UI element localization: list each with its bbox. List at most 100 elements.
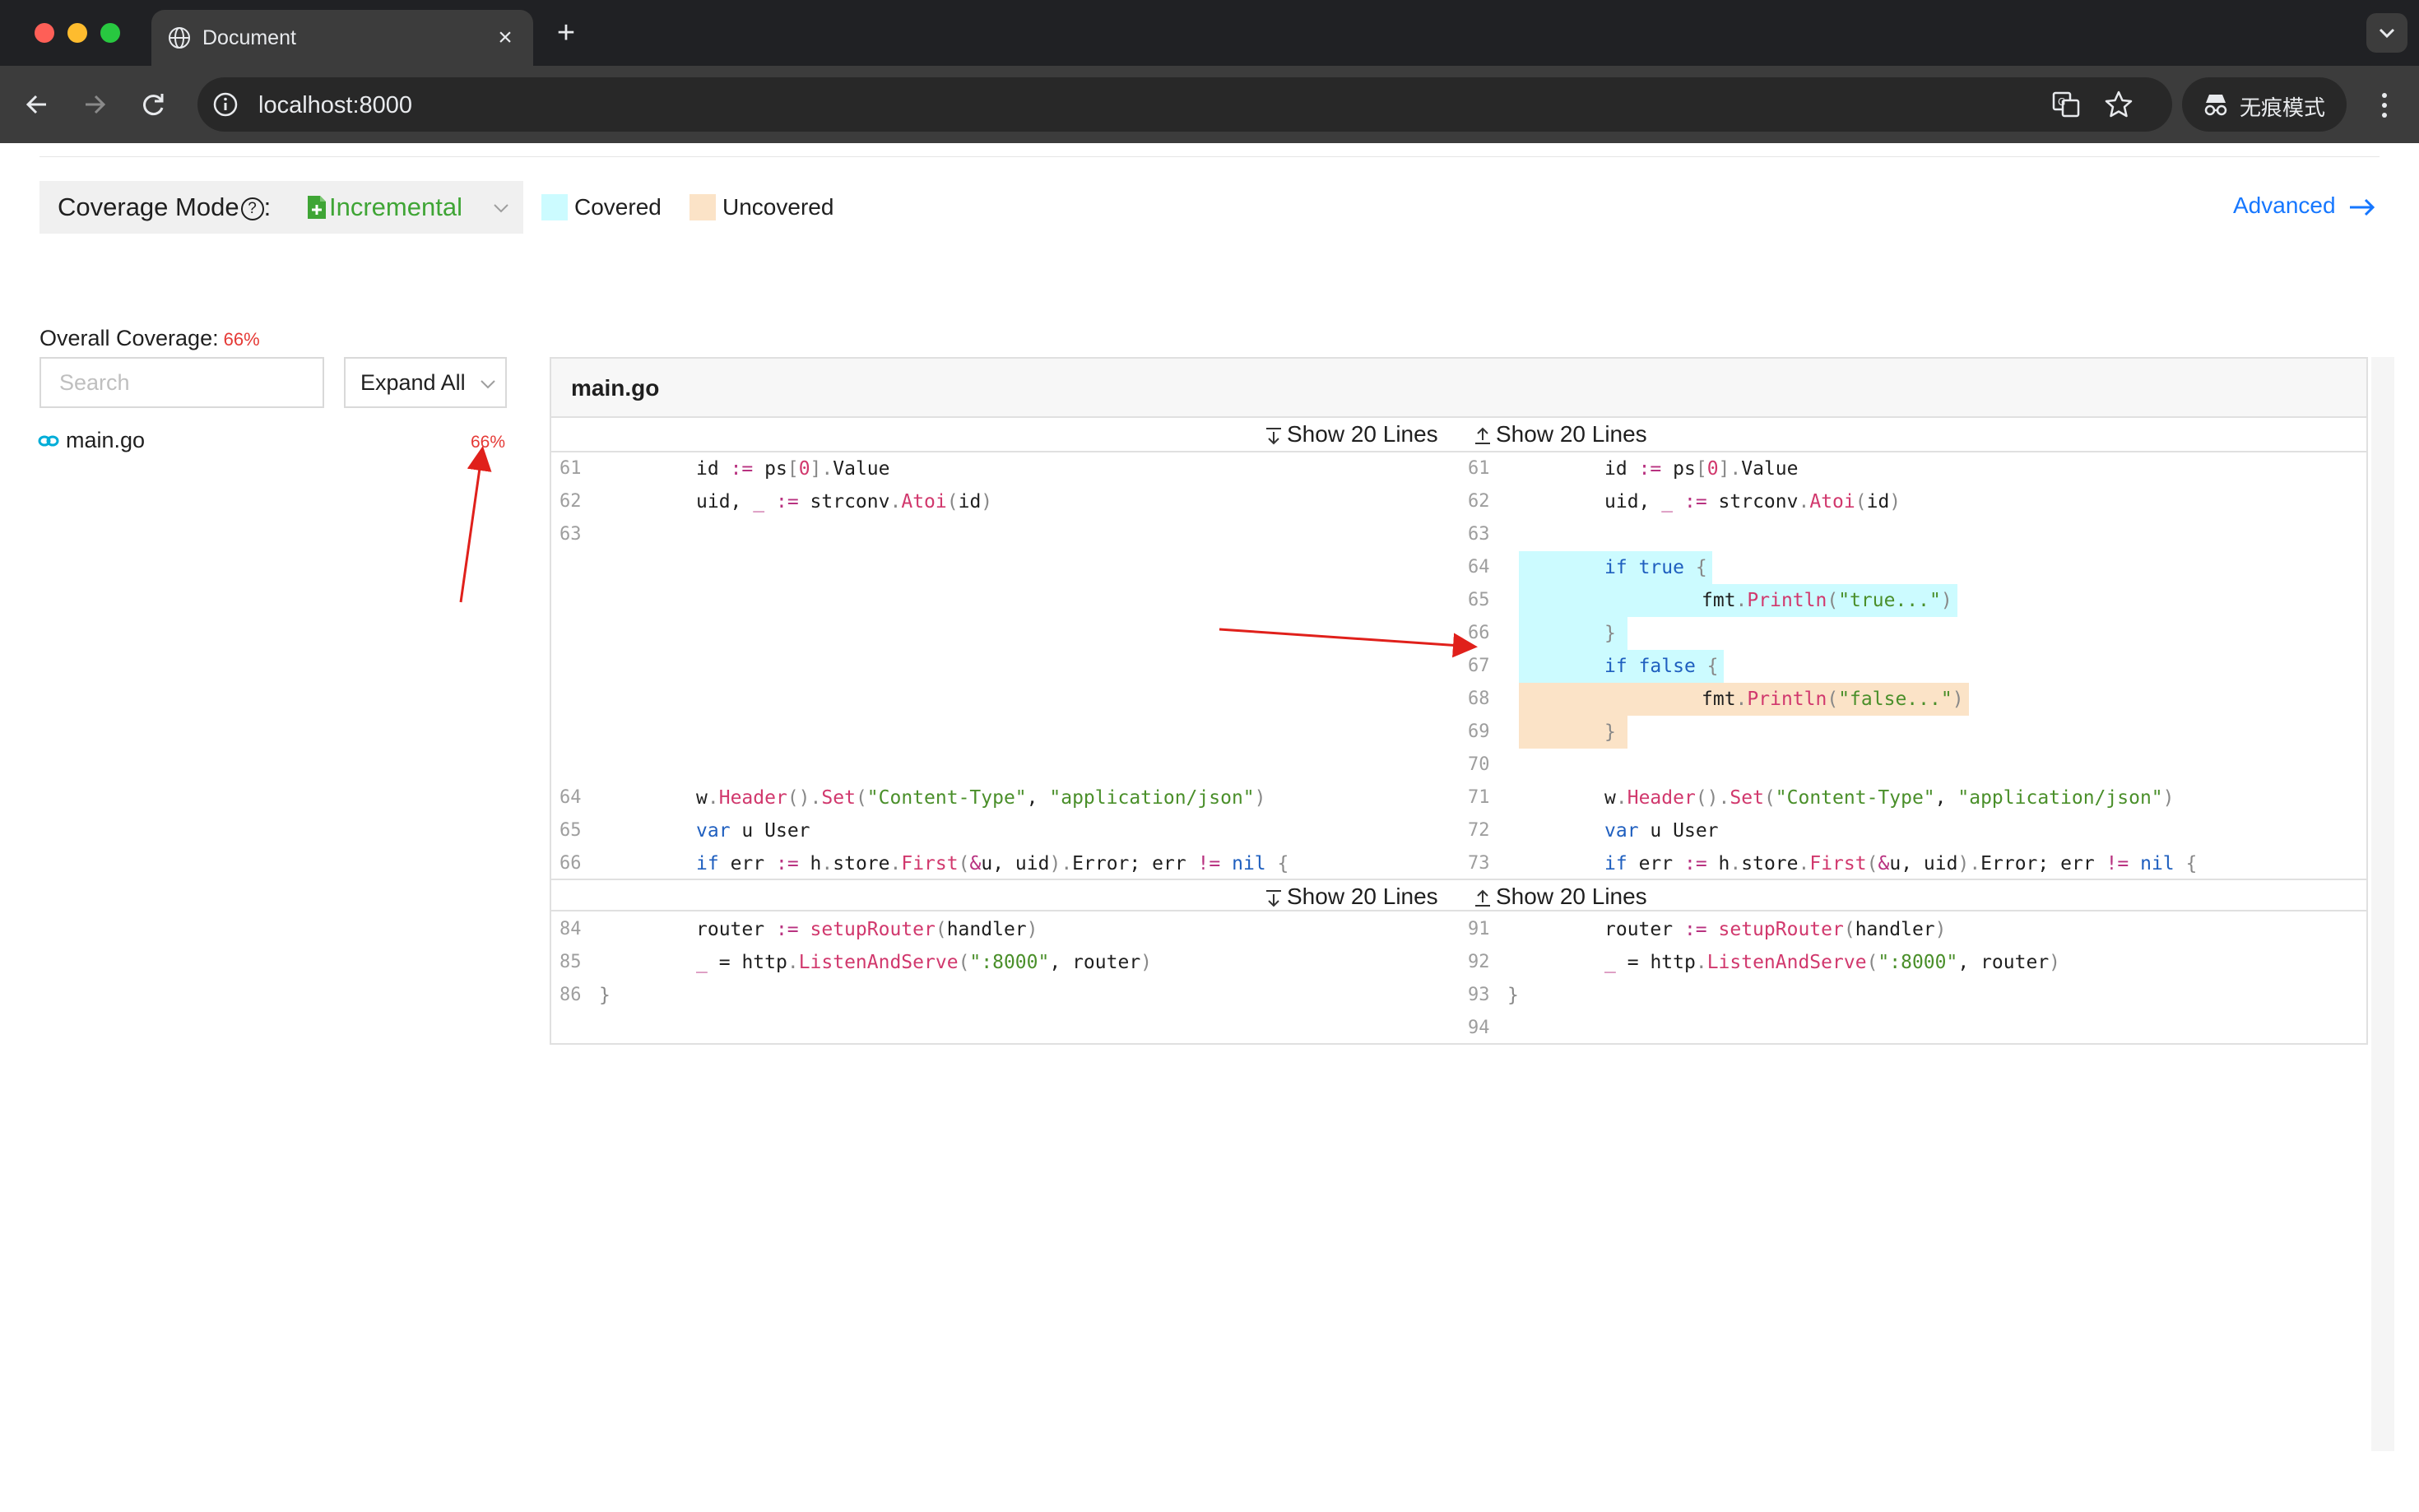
covered-swatch (541, 194, 568, 220)
line-number: 63 (1468, 524, 1490, 545)
uncovered-swatch (689, 194, 716, 220)
coverage-mode-select[interactable]: Incremental (306, 191, 513, 225)
file-name: main.go (66, 428, 146, 452)
search-input[interactable] (39, 357, 324, 408)
code-line: 86} (559, 979, 1448, 1012)
new-tab-icon[interactable]: + (550, 16, 583, 49)
line-number: 63 (559, 524, 582, 545)
go-file-icon (38, 435, 59, 447)
code-text: } (1519, 617, 1621, 650)
expand-all-label: Expand All (360, 370, 466, 395)
line-number: 92 (1468, 952, 1490, 972)
show-lines-up-button[interactable]: Show 20 Lines (1473, 884, 1670, 910)
advanced-link[interactable]: Advanced (2233, 192, 2336, 219)
code-line: 71 w.Header().Set("Content-Type", "applic… (1468, 782, 2356, 814)
code-text: } (1507, 985, 1519, 1006)
code-line: 72 var u User (1468, 814, 2356, 847)
code-line: 70 (1468, 749, 2356, 782)
line-number: 67 (1468, 656, 1490, 676)
code-line: 61 id := ps[0].Value (1468, 452, 2356, 485)
expand-row-top: Show 20 Lines Show 20 Lines (551, 418, 2366, 451)
browser-tab[interactable]: Document × (151, 10, 533, 66)
file-tree-item[interactable]: main.go 66% (38, 426, 510, 456)
forward-arrow-icon[interactable] (74, 84, 115, 125)
back-arrow-icon[interactable] (16, 84, 58, 125)
code-line: 64 w.Header().Set("Content-Type", "applic… (559, 782, 1448, 814)
line-number: 72 (1468, 820, 1490, 841)
code-line: 73 if err := h.store.First(&u, uid).Error… (1468, 847, 2356, 880)
expand-up-icon (1475, 427, 1490, 444)
overall-coverage-value: 66% (223, 329, 260, 350)
code-line: 63 (1468, 518, 2356, 551)
code-line: 66 if err := h.store.First(&u, uid).Error… (559, 847, 1448, 880)
more-menu-icon[interactable] (2368, 87, 2401, 123)
code-text: if true { (1519, 551, 1712, 584)
code-line: 69} (1468, 716, 2356, 749)
code-line: 68 fmt.Println("false...") (1468, 683, 2356, 716)
code-line: 61 id := ps[0].Value (559, 452, 1448, 485)
tab-title: Document (202, 26, 296, 49)
code-text: _ = http.ListenAndServe(":8000", router) (696, 952, 1153, 973)
file-coverage: 66% (470, 433, 505, 452)
line-number: 62 (559, 491, 582, 512)
code-text: uid, _ := strconv.Atoi(id) (696, 491, 993, 513)
line-number: 61 (559, 458, 582, 479)
coverage-mode-value: Incremental (329, 192, 462, 221)
tab-search-button[interactable] (2366, 13, 2407, 53)
line-number: 61 (1468, 458, 1490, 479)
help-icon[interactable]: ? (240, 197, 264, 220)
top-divider (39, 156, 2380, 157)
code-text: id := ps[0].Value (696, 458, 890, 480)
line-number: 68 (1468, 689, 1490, 709)
code-line: 85 _ = http.ListenAndServe(":8000", route… (559, 946, 1448, 979)
browser-toolbar: localhost:8000 G 无痕模式 (0, 66, 2419, 143)
code-text: router := setupRouter(handler) (696, 919, 1038, 940)
show-lines-up-button[interactable]: Show 20 Lines (1473, 421, 1670, 448)
code-text: fmt.Println("false...") (1519, 683, 1969, 716)
maximize-window-button[interactable] (100, 23, 120, 43)
code-line: 65 fmt.Println("true...") (1468, 584, 2356, 617)
diff-header: main.go (551, 359, 2366, 418)
site-info-icon[interactable] (211, 90, 240, 119)
incognito-icon (2204, 95, 2227, 116)
code-text: w.Header().Set("Content-Type", "applicat… (1604, 787, 2175, 809)
code-line: 67 if false { (1468, 650, 2356, 683)
code-text: id := ps[0].Value (1604, 458, 1799, 480)
code-line: 92 _ = http.ListenAndServe(":8000", route… (1468, 946, 2356, 979)
line-number: 64 (1468, 557, 1490, 577)
line-number: 66 (559, 853, 582, 874)
show-lines-down-button[interactable]: Show 20 Lines (1264, 421, 1461, 448)
bookmark-star-icon[interactable] (2103, 89, 2134, 120)
overall-coverage-label: Overall Coverage: (39, 326, 219, 350)
globe-icon (169, 27, 190, 49)
line-number: 65 (1468, 590, 1490, 610)
line-number: 86 (559, 985, 582, 1005)
code-text: fmt.Println("true...") (1519, 584, 1957, 617)
expand-all-select[interactable]: Expand All (344, 357, 507, 408)
address-bar[interactable]: localhost:8000 G (197, 77, 2172, 132)
line-number: 94 (1468, 1018, 1490, 1038)
line-number: 66 (1468, 623, 1490, 643)
show-lines-down-button[interactable]: Show 20 Lines (1264, 884, 1461, 910)
code-line: 63 (559, 518, 1448, 551)
expand-row-middle: Show 20 Lines Show 20 Lines (551, 879, 2366, 911)
reload-icon[interactable] (133, 84, 174, 125)
line-number: 62 (1468, 491, 1490, 512)
close-window-button[interactable] (35, 23, 54, 43)
diff-panel: main.go Show 20 Lines Show 20 Lines 61 id… (550, 357, 2368, 1045)
tab-strip: Document × + (0, 0, 2419, 66)
line-number: 64 (559, 787, 582, 808)
covered-legend-label: Covered (574, 194, 662, 220)
expand-up-icon (1475, 889, 1490, 907)
translate-icon[interactable]: G (2050, 89, 2082, 120)
close-tab-icon[interactable]: × (490, 23, 520, 53)
scrollbar-track[interactable] (2371, 357, 2394, 1451)
incognito-label: 无痕模式 (2240, 95, 2326, 120)
incognito-badge[interactable]: 无痕模式 (2182, 77, 2347, 132)
url-text[interactable]: localhost:8000 (258, 92, 412, 119)
arrow-right-icon[interactable] (2348, 197, 2376, 217)
line-number: 84 (559, 919, 582, 939)
overall-coverage: Overall Coverage: 66% (39, 326, 260, 351)
coverage-mode-bar: Coverage Mode?: Incremental (39, 181, 523, 234)
minimize-window-button[interactable] (67, 23, 87, 43)
